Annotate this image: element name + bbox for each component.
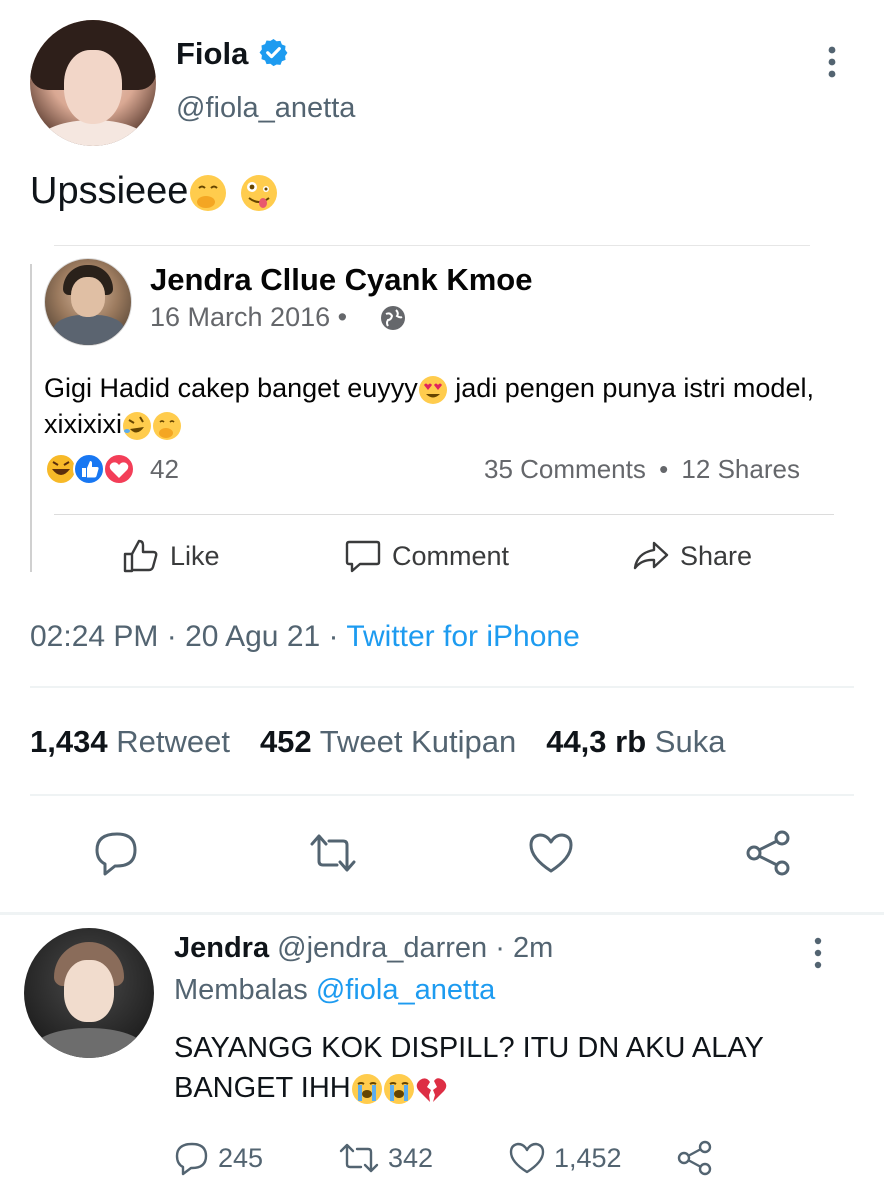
embed-top-border: [54, 245, 810, 246]
reply-handle-time[interactable]: @jendra_darren · 2m: [277, 932, 553, 964]
face-with-hand-over-mouth-icon: [190, 174, 227, 211]
fb-stats-separator: •: [659, 454, 669, 484]
reply-author-name[interactable]: Jendra: [174, 932, 269, 964]
face-with-hand-over-mouth-icon: [153, 411, 181, 440]
reaction-count: 42: [150, 454, 179, 484]
heart-icon: [509, 1142, 545, 1174]
fb-like-button: Like: [122, 536, 220, 576]
retweet-icon: [339, 1143, 379, 1173]
divider: [30, 686, 854, 688]
broken-heart-icon: [416, 1078, 446, 1103]
fb-comments-shares: 35 Comments • 12 Shares: [484, 454, 800, 485]
divider: [30, 794, 854, 796]
speech-bubble-icon: [345, 540, 381, 573]
share-button[interactable]: [744, 828, 794, 878]
reply-reply-button[interactable]: 245: [174, 1138, 263, 1178]
fb-divider: [54, 514, 834, 515]
tweet-source-link[interactable]: Twitter for iPhone: [346, 620, 579, 653]
section-divider: [0, 912, 884, 915]
share-arrow-icon: [633, 541, 669, 570]
reply-author-avatar[interactable]: [24, 928, 154, 1058]
fb-share-button: Share: [632, 536, 752, 576]
thumbs-up-icon: [123, 539, 158, 573]
globe-icon: [381, 306, 405, 330]
more-options-icon[interactable]: [822, 44, 842, 80]
quote-tweets-stat[interactable]: 452 Tweet Kutipan: [260, 724, 516, 760]
fb-shares-count: 12 Shares: [681, 454, 800, 484]
tweet-text: Upssieee: [30, 170, 279, 213]
reply-button[interactable]: [92, 828, 142, 878]
tweet-stats: 1,434 Retweet 452 Tweet Kutipan 44,3 rb …: [30, 724, 755, 760]
loudly-crying-face-icon: [383, 1074, 414, 1105]
fb-post-date: 16 March 2016 •: [150, 302, 348, 332]
tweet-timestamp[interactable]: 02:24 PM · 20 Agu 21 · Twitter for iPhon…: [30, 620, 580, 654]
fb-post-text: Gigi Hadid cakep banget euyyy jadi penge…: [44, 373, 814, 440]
like-button[interactable]: [526, 828, 576, 878]
reaction-icons[interactable]: [44, 452, 140, 486]
verified-badge-icon: [259, 38, 288, 67]
reply-more-options-icon[interactable]: [808, 935, 828, 971]
retweet-button[interactable]: [308, 828, 358, 878]
zany-face-icon: [240, 174, 277, 211]
retweets-stat[interactable]: 1,434 Retweet: [30, 724, 230, 760]
reply-share-button[interactable]: [676, 1138, 722, 1178]
replying-to: Membalas @fiola_anetta: [174, 974, 496, 1006]
author-handle[interactable]: @fiola_anetta: [176, 92, 355, 125]
reply-retweet-button[interactable]: 342: [338, 1138, 433, 1178]
reply-header[interactable]: Jendra @jendra_darren · 2m: [174, 932, 553, 965]
fb-comment-button: Comment: [344, 536, 509, 576]
fb-comments-count: 35 Comments: [484, 454, 646, 484]
rolling-laughing-icon: [123, 411, 151, 440]
author-avatar[interactable]: [30, 20, 156, 146]
embed-left-border: [30, 264, 32, 572]
comment-bubble-icon: [175, 1142, 208, 1176]
reply-text: SAYANGG KOK DISPILL? ITU DN AKU ALAY BAN…: [174, 1032, 764, 1105]
loudly-crying-face-icon: [351, 1074, 382, 1105]
share-icon: [677, 1140, 712, 1176]
heart-eyes-icon: [418, 375, 447, 404]
replying-to-mention[interactable]: @fiola_anetta: [316, 974, 495, 1006]
author-name[interactable]: Fiola: [176, 36, 248, 72]
likes-stat[interactable]: 44,3 rb Suka: [546, 724, 725, 760]
fb-author-name: Jendra Cllue Cyank Kmoe: [150, 262, 533, 297]
fb-author-avatar: [44, 258, 132, 346]
reply-like-button[interactable]: 1,452: [508, 1138, 622, 1178]
